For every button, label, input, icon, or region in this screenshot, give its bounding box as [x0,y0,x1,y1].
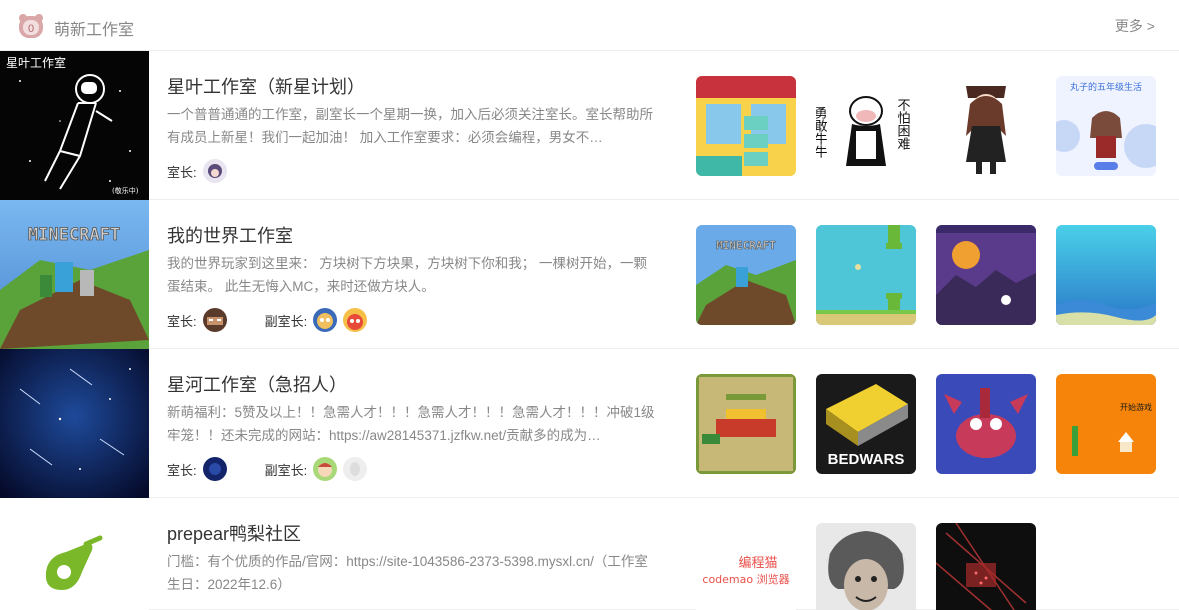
svg-text:勇敢牛牛: 勇敢牛牛 [816,106,827,158]
work-thumbnail[interactable] [936,76,1036,176]
studio-owners: 室长: 副室长: [167,307,368,333]
owner-label: 室长: [167,164,197,180]
work-thumbnail[interactable]: 丸子的五年级生活 [1056,76,1156,176]
svg-text:星叶工作室: 星叶工作室 [6,55,66,70]
work-title: 丸子的五年级生活 [1069,83,1142,93]
vice-owner-label: 副室长: [264,313,308,329]
studio-name[interactable]: 我的世界工作室 [167,222,293,248]
vice-owner-avatar[interactable] [313,308,338,332]
svg-text:BEDWARS: BEDWARS [828,451,905,468]
svg-text:开始游戏: 开始游戏 [1120,402,1152,412]
studio-description: 我的世界玩家到这里来： 方块树下方块果，方块树下你和我； 一棵树开始，一颗蛋结束… [167,256,648,294]
work-thumbnail[interactable]: MINECRAFT [696,225,796,325]
studio-name[interactable]: 星河工作室（急招人） [167,371,347,397]
studio-name[interactable]: prepear鸭梨社区 [167,520,301,546]
studio-row[interactable]: 星叶工作室 (敬乐中) 星叶工作室（新星计划） 一个普普通通的工作室，副室长一个… [0,51,1179,200]
section-title: 萌新工作室 [54,22,135,39]
studio-owners: 室长: [167,158,227,184]
work-thumbnail[interactable] [816,225,916,325]
svg-text:codemao 浏览器: codemao 浏览器 [702,572,789,586]
work-thumbnail[interactable] [696,76,796,176]
studio-thumbnail[interactable]: 星叶工作室 (敬乐中) [0,51,149,200]
studio-thumbnail[interactable] [0,498,149,610]
studio-row[interactable]: 星河工作室（急招人） 新萌福利：5赞及以上！！急需人才！！！急需人才！！！急需人… [0,349,1179,498]
studio-thumbnail[interactable]: MINECRAFT [0,200,149,349]
svg-text:0: 0 [28,23,34,35]
owner-label: 室长: [167,462,197,478]
vice-owner-label: 副室长: [264,462,308,478]
vice-owner-avatar[interactable] [343,457,368,481]
owner-avatar[interactable] [202,457,227,481]
studio-works: MINECRAFT [696,225,1156,325]
studio-works: BEDWARS 开始游戏 [696,374,1156,474]
studio-owners: 室长: 副室长: [167,456,368,482]
owner-avatar[interactable] [202,308,227,332]
studio-logo-icon: 0 [19,14,43,38]
studio-thumbnail[interactable] [0,349,149,498]
svg-text:(敬乐中): (敬乐中) [112,186,139,195]
svg-text:MINECRAFT: MINECRAFT [28,225,120,245]
svg-text:编程猫: 编程猫 [738,556,777,571]
studio-works: 编程猫 codemao 浏览器 [696,523,1036,610]
svg-text:MINECRAFT: MINECRAFT [716,239,776,252]
studio-name[interactable]: 星叶工作室（新星计划） [167,73,365,99]
work-thumbnail[interactable]: BEDWARS [816,374,916,474]
work-thumbnail[interactable] [1056,225,1156,325]
work-thumbnail[interactable]: 编程猫 codemao 浏览器 [696,523,796,610]
more-link[interactable]: 更多 > [1115,16,1155,36]
studio-row[interactable]: MINECRAFT 我的世界工作室 我的世界玩家到这里来： 方块树下方块果，方块… [0,200,1179,349]
studio-row[interactable]: prepear鸭梨社区 门槛：有个优质的作品/官网：https://site-1… [0,498,1179,610]
section-header: 0 萌新工作室 更多 > [0,0,1179,51]
owner-avatar[interactable] [202,159,227,183]
work-thumbnail[interactable] [936,374,1036,474]
studio-description: 新萌福利：5赞及以上！！急需人才！！！急需人才！！！急需人才！！！冲破1级牢笼！… [167,405,655,443]
work-thumbnail[interactable]: 勇敢牛牛 不怕困难 [816,76,916,176]
vice-owner-avatar[interactable] [313,457,338,481]
studio-description: 门槛：有个优质的作品/官网：https://site-1043586-2373-… [167,554,648,592]
studio-description: 一个普普通通的工作室，副室长一个星期一换，加入后必须关注室长。室长帮助所有成员上… [167,107,653,145]
owner-label: 室长: [167,313,197,329]
work-thumbnail[interactable] [696,374,796,474]
work-thumbnail[interactable]: 开始游戏 [1056,374,1156,474]
vice-owner-avatar[interactable] [343,308,368,332]
studio-works: 勇敢牛牛 不怕困难 丸子的五年级生活 [696,76,1156,176]
work-thumbnail[interactable] [816,523,916,610]
work-thumbnail[interactable] [936,225,1036,325]
work-thumbnail[interactable] [936,523,1036,610]
svg-text:不怕困难: 不怕困难 [895,98,911,150]
